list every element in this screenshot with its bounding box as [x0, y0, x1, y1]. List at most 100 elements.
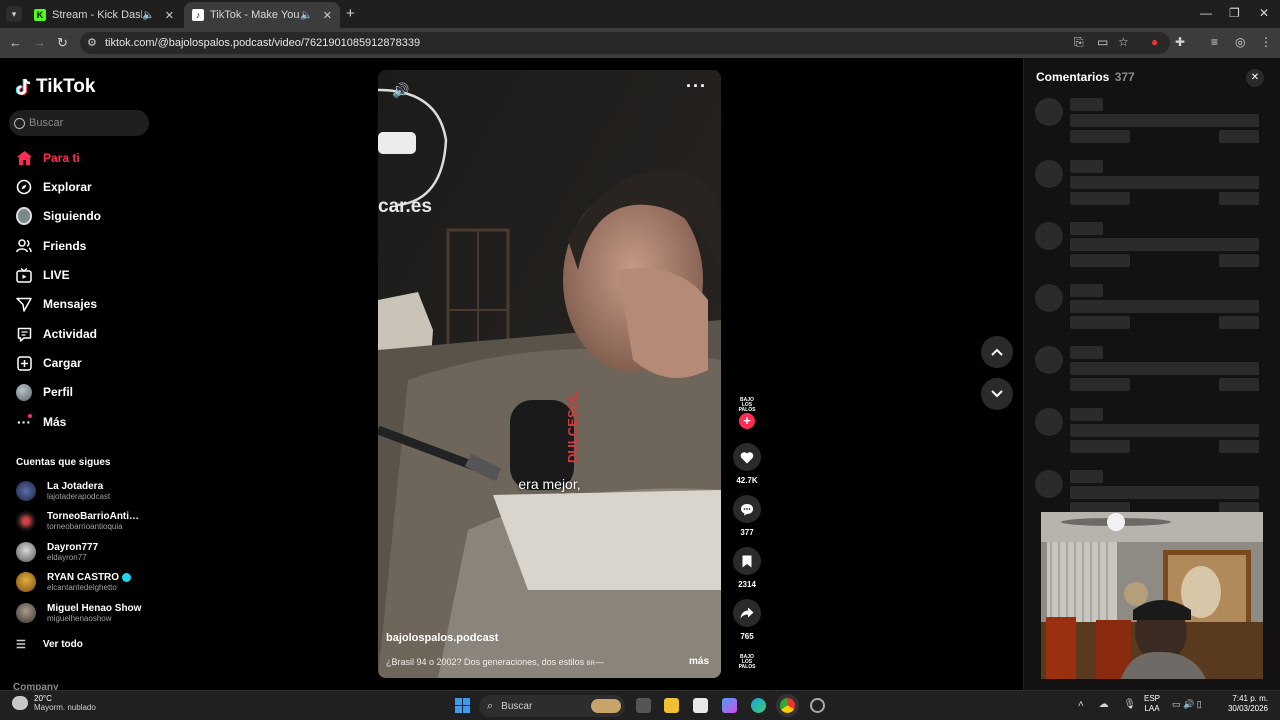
sidebar-item-mas[interactable]: ··· Más	[16, 411, 66, 433]
previous-video-button[interactable]	[981, 336, 1013, 368]
save-count: 2314	[738, 580, 756, 589]
language-indicator[interactable]: ESP LAA	[1144, 694, 1160, 714]
comments-title: Comentarios 377	[1036, 70, 1135, 84]
tab-audio-icon[interactable]: 🔈	[142, 10, 154, 21]
close-comments-icon[interactable]: ✕	[1246, 69, 1264, 87]
bookmark-icon[interactable]	[733, 547, 761, 575]
follow-plus-button[interactable]: +	[739, 413, 755, 429]
sidebar-item-mensajes[interactable]: Mensajes	[16, 293, 97, 315]
sidebar-item-actividad[interactable]: Actividad	[16, 323, 97, 345]
video-options-icon[interactable]: ···	[686, 76, 707, 97]
media-controls-icon[interactable]: ≡	[1211, 35, 1218, 49]
more-button[interactable]: más	[689, 656, 709, 667]
skeleton-line	[1070, 424, 1259, 437]
search-placeholder: Buscar	[29, 117, 64, 129]
windows-start-icon[interactable]	[455, 698, 470, 713]
share-icon[interactable]	[733, 599, 761, 627]
video-author[interactable]: bajolospalos.podcast	[386, 632, 498, 644]
avatar	[16, 542, 36, 562]
system-clock[interactable]: 7:41 p. m. 30/03/2026	[1222, 694, 1268, 714]
system-tray[interactable]: ˄ ☁ 🎙	[1078, 699, 1136, 710]
translate-icon[interactable]: ⎘	[1074, 35, 1084, 50]
chevron-up-icon[interactable]: ˄	[1078, 699, 1084, 710]
search-input[interactable]: Buscar	[9, 110, 149, 136]
account-name: La Jotadera	[47, 481, 104, 492]
music-disc-icon[interactable]: BAJO LOS PALOS	[737, 655, 757, 670]
see-all-link[interactable]: ☰ Ver todo	[16, 638, 83, 651]
more-dots-icon: ···	[17, 414, 32, 430]
chevron-down-icon	[991, 390, 1003, 398]
microphone-icon[interactable]: 🎙	[1123, 699, 1136, 710]
skeleton-line	[1070, 98, 1103, 111]
sidebar-item-live[interactable]: LIVE	[16, 264, 70, 286]
skeleton-avatar	[1035, 284, 1063, 312]
sidebar-item-cargar[interactable]: Cargar	[16, 352, 82, 374]
window-close-icon[interactable]: ✕	[1259, 6, 1269, 20]
tab-close-icon[interactable]: ✕	[165, 9, 174, 22]
next-video-button[interactable]	[981, 378, 1013, 410]
comment-icon[interactable]	[733, 495, 761, 523]
sidebar-item-label: Mensajes	[43, 297, 98, 311]
onedrive-icon[interactable]: ☁	[1099, 699, 1109, 710]
sidebar-item-friends[interactable]: Friends	[16, 235, 86, 257]
like-action[interactable]: 42.7K	[729, 443, 765, 485]
weather-widget[interactable]: 20°C Mayorm. nublado	[12, 694, 96, 712]
following-account[interactable]: TorneoBarrioAntioq... torneobarrioantioqu…	[16, 508, 145, 534]
heart-icon[interactable]	[733, 443, 761, 471]
comment-action[interactable]: 377	[729, 495, 765, 537]
tab-tiktok[interactable]: ♪ TikTok - Make Your Day 🔈 ✕	[184, 2, 340, 28]
skeleton-avatar	[1035, 160, 1063, 188]
sidebar-item-perfil[interactable]: Perfil	[16, 381, 73, 403]
following-account[interactable]: RYAN CASTRO elcantantedelghetto	[16, 569, 145, 595]
sidebar-item-label: Más	[43, 415, 67, 429]
extension-red-icon[interactable]: ●	[1151, 35, 1158, 49]
skeleton-line	[1070, 378, 1130, 391]
back-icon[interactable]: ←	[9, 35, 22, 50]
sidebar-item-para-ti[interactable]: Para ti	[16, 147, 80, 169]
sidebar-item-siguiendo[interactable]: Siguiendo	[16, 205, 101, 227]
restore-icon[interactable]: ❐	[1229, 6, 1240, 20]
store-icon[interactable]	[693, 698, 708, 713]
tab-close-icon[interactable]: ✕	[323, 9, 332, 22]
chrome-icon[interactable]	[780, 698, 795, 713]
file-explorer-icon[interactable]	[664, 698, 679, 713]
copilot-icon[interactable]	[722, 698, 737, 713]
network-volume-battery-icon[interactable]: ▭ 🔊 ▯	[1172, 699, 1212, 712]
share-action[interactable]: 765	[729, 599, 765, 641]
task-view-icon[interactable]	[636, 698, 651, 713]
chrome-menu-icon[interactable]: ⋮	[1260, 35, 1272, 49]
forward-icon[interactable]: →	[33, 35, 46, 50]
edge-icon[interactable]	[751, 698, 766, 713]
tab-search-dropdown-icon[interactable]: ▾	[6, 6, 22, 22]
sidebar-item-explorar[interactable]: Explorar	[16, 176, 92, 198]
volume-icon[interactable]: 🔊	[392, 82, 409, 99]
taskbar-search[interactable]: ⌕ Buscar	[479, 695, 625, 717]
reload-icon[interactable]: ↻	[57, 35, 68, 51]
sidebar-item-label: Cargar	[43, 356, 82, 370]
tab-audio-icon[interactable]: 🔈	[300, 10, 312, 21]
tab-kick-dashboard[interactable]: K Stream - Kick Dashboard 🔈 ✕	[26, 2, 182, 28]
video-player[interactable]: car.es DULCESOL 🔊 ··· era mejor, bajolos…	[378, 70, 721, 678]
extensions-icon[interactable]: ✚	[1175, 35, 1185, 49]
clock-date: 30/03/2026	[1227, 704, 1268, 713]
bookmark-star-icon[interactable]: ☆	[1118, 35, 1129, 49]
account-name: Dayron777	[47, 542, 99, 553]
following-account[interactable]: La Jotadera lajotaderapodcast	[16, 478, 145, 504]
verified-badge-icon	[122, 572, 132, 582]
cast-icon[interactable]: ▭	[1097, 35, 1108, 49]
skeleton-line	[1070, 284, 1103, 297]
site-info-icon[interactable]: ⚙	[87, 36, 97, 49]
minimize-icon[interactable]: —	[1200, 6, 1212, 20]
obs-icon[interactable]	[810, 698, 825, 713]
video-description-text: ¿Brasil 94 o 2002? Dos generaciones, dos…	[386, 657, 585, 667]
profile-icon[interactable]: ◎	[1235, 35, 1245, 49]
tab-title: TikTok - Make Your Day	[210, 9, 300, 21]
new-tab-button[interactable]: +	[346, 5, 355, 22]
save-action[interactable]: 2314	[729, 547, 765, 589]
address-bar[interactable]: ⚙ tiktok.com/@bajolospalos.podcast/video…	[80, 32, 1170, 54]
tiktok-logo[interactable]: TikTok	[15, 76, 95, 98]
creator-avatar[interactable]: BAJO LOS PALOS	[737, 398, 757, 414]
following-account[interactable]: Dayron777 eldayron77	[16, 539, 145, 565]
skeleton-line	[1070, 440, 1130, 453]
following-account[interactable]: Miguel Henao Show miguelhenaoshow	[16, 600, 145, 626]
